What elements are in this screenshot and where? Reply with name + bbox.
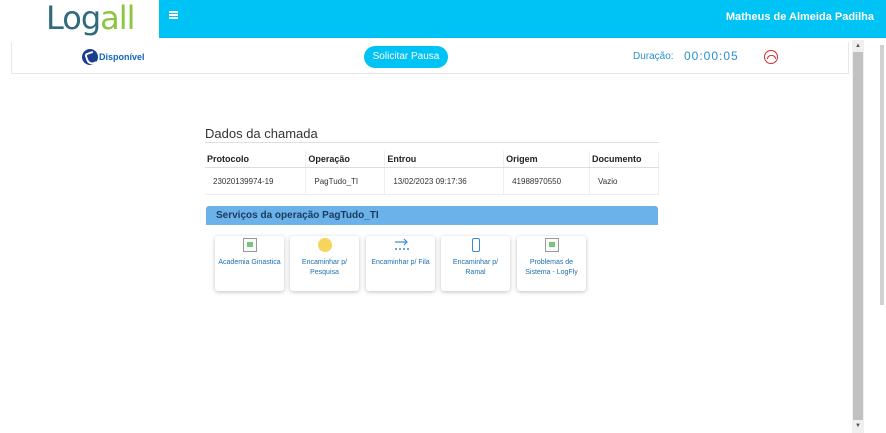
column-header: Protocolo (205, 151, 307, 168)
phone-extension-icon (472, 238, 480, 252)
service-label: Problemas de Sistema - LogFly (525, 259, 578, 276)
scroll-down-icon[interactable]: ▼ (855, 423, 861, 429)
service-label: Academia Ginastica (218, 259, 281, 266)
queue-arrow-icon (394, 238, 409, 252)
cell-entered: 13/02/2023 09:17:36 (384, 167, 505, 195)
column-header: Origem (503, 151, 591, 168)
services-header: Serviços da operação PagTudo_TI (206, 206, 658, 225)
logo[interactable]: Logall (0, 0, 159, 38)
logo-text: Logall (46, 0, 136, 37)
cell-operation: PagTudo_TI (305, 167, 386, 195)
user-name[interactable]: Matheus de Almeida Padilha (726, 11, 874, 23)
service-label: Encaminhar p/ Fila (371, 259, 430, 266)
cell-protocol: 23020139974-19 (205, 167, 307, 195)
cell-origin: 41988970550 (503, 167, 591, 195)
phone-status-icon (82, 49, 98, 65)
service-label: Encaminhar p/ Ramal (452, 259, 499, 276)
menu-icon[interactable] (169, 11, 178, 19)
duration-value: 00:00:05 (684, 49, 739, 63)
request-pause-button[interactable]: Solicitar Pausa (364, 46, 448, 68)
divider (205, 142, 659, 143)
call-data-table: Protocolo Operação Entrou Origem Documen… (205, 151, 659, 195)
service-encaminhar-ramal[interactable]: Encaminhar p/ Ramal (441, 236, 510, 291)
cell-document: Vazio (589, 167, 659, 195)
column-header: Entrou (384, 151, 505, 168)
service-encaminhar-pesquisa[interactable]: Encaminhar p/ Pesquisa (290, 236, 359, 291)
service-label: Encaminhar p/ Pesquisa (301, 259, 348, 276)
service-encaminhar-fila[interactable]: Encaminhar p/ Fila (366, 236, 435, 291)
outer-scrollbar-thumb[interactable] (880, 45, 884, 305)
service-problemas-sistema[interactable]: Problemas de Sistema - LogFly (517, 236, 586, 291)
agent-status[interactable]: Disponível (99, 52, 145, 62)
smiley-icon (318, 238, 332, 252)
duration-label: Duração: (633, 51, 674, 62)
table-row: 23020139974-19 PagTudo_TI 13/02/2023 09:… (205, 167, 659, 195)
scrollbar-thumb[interactable] (853, 52, 863, 420)
hangup-icon[interactable] (764, 50, 778, 64)
image-placeholder-icon (243, 238, 257, 252)
service-academia-ginastica[interactable]: Academia Ginastica (215, 236, 284, 291)
image-placeholder-icon (545, 238, 559, 252)
column-header: Operação (305, 151, 386, 168)
column-header: Documento (589, 151, 659, 168)
call-data-title: Dados da chamada (205, 126, 318, 141)
scroll-up-icon[interactable]: ▲ (855, 43, 861, 49)
